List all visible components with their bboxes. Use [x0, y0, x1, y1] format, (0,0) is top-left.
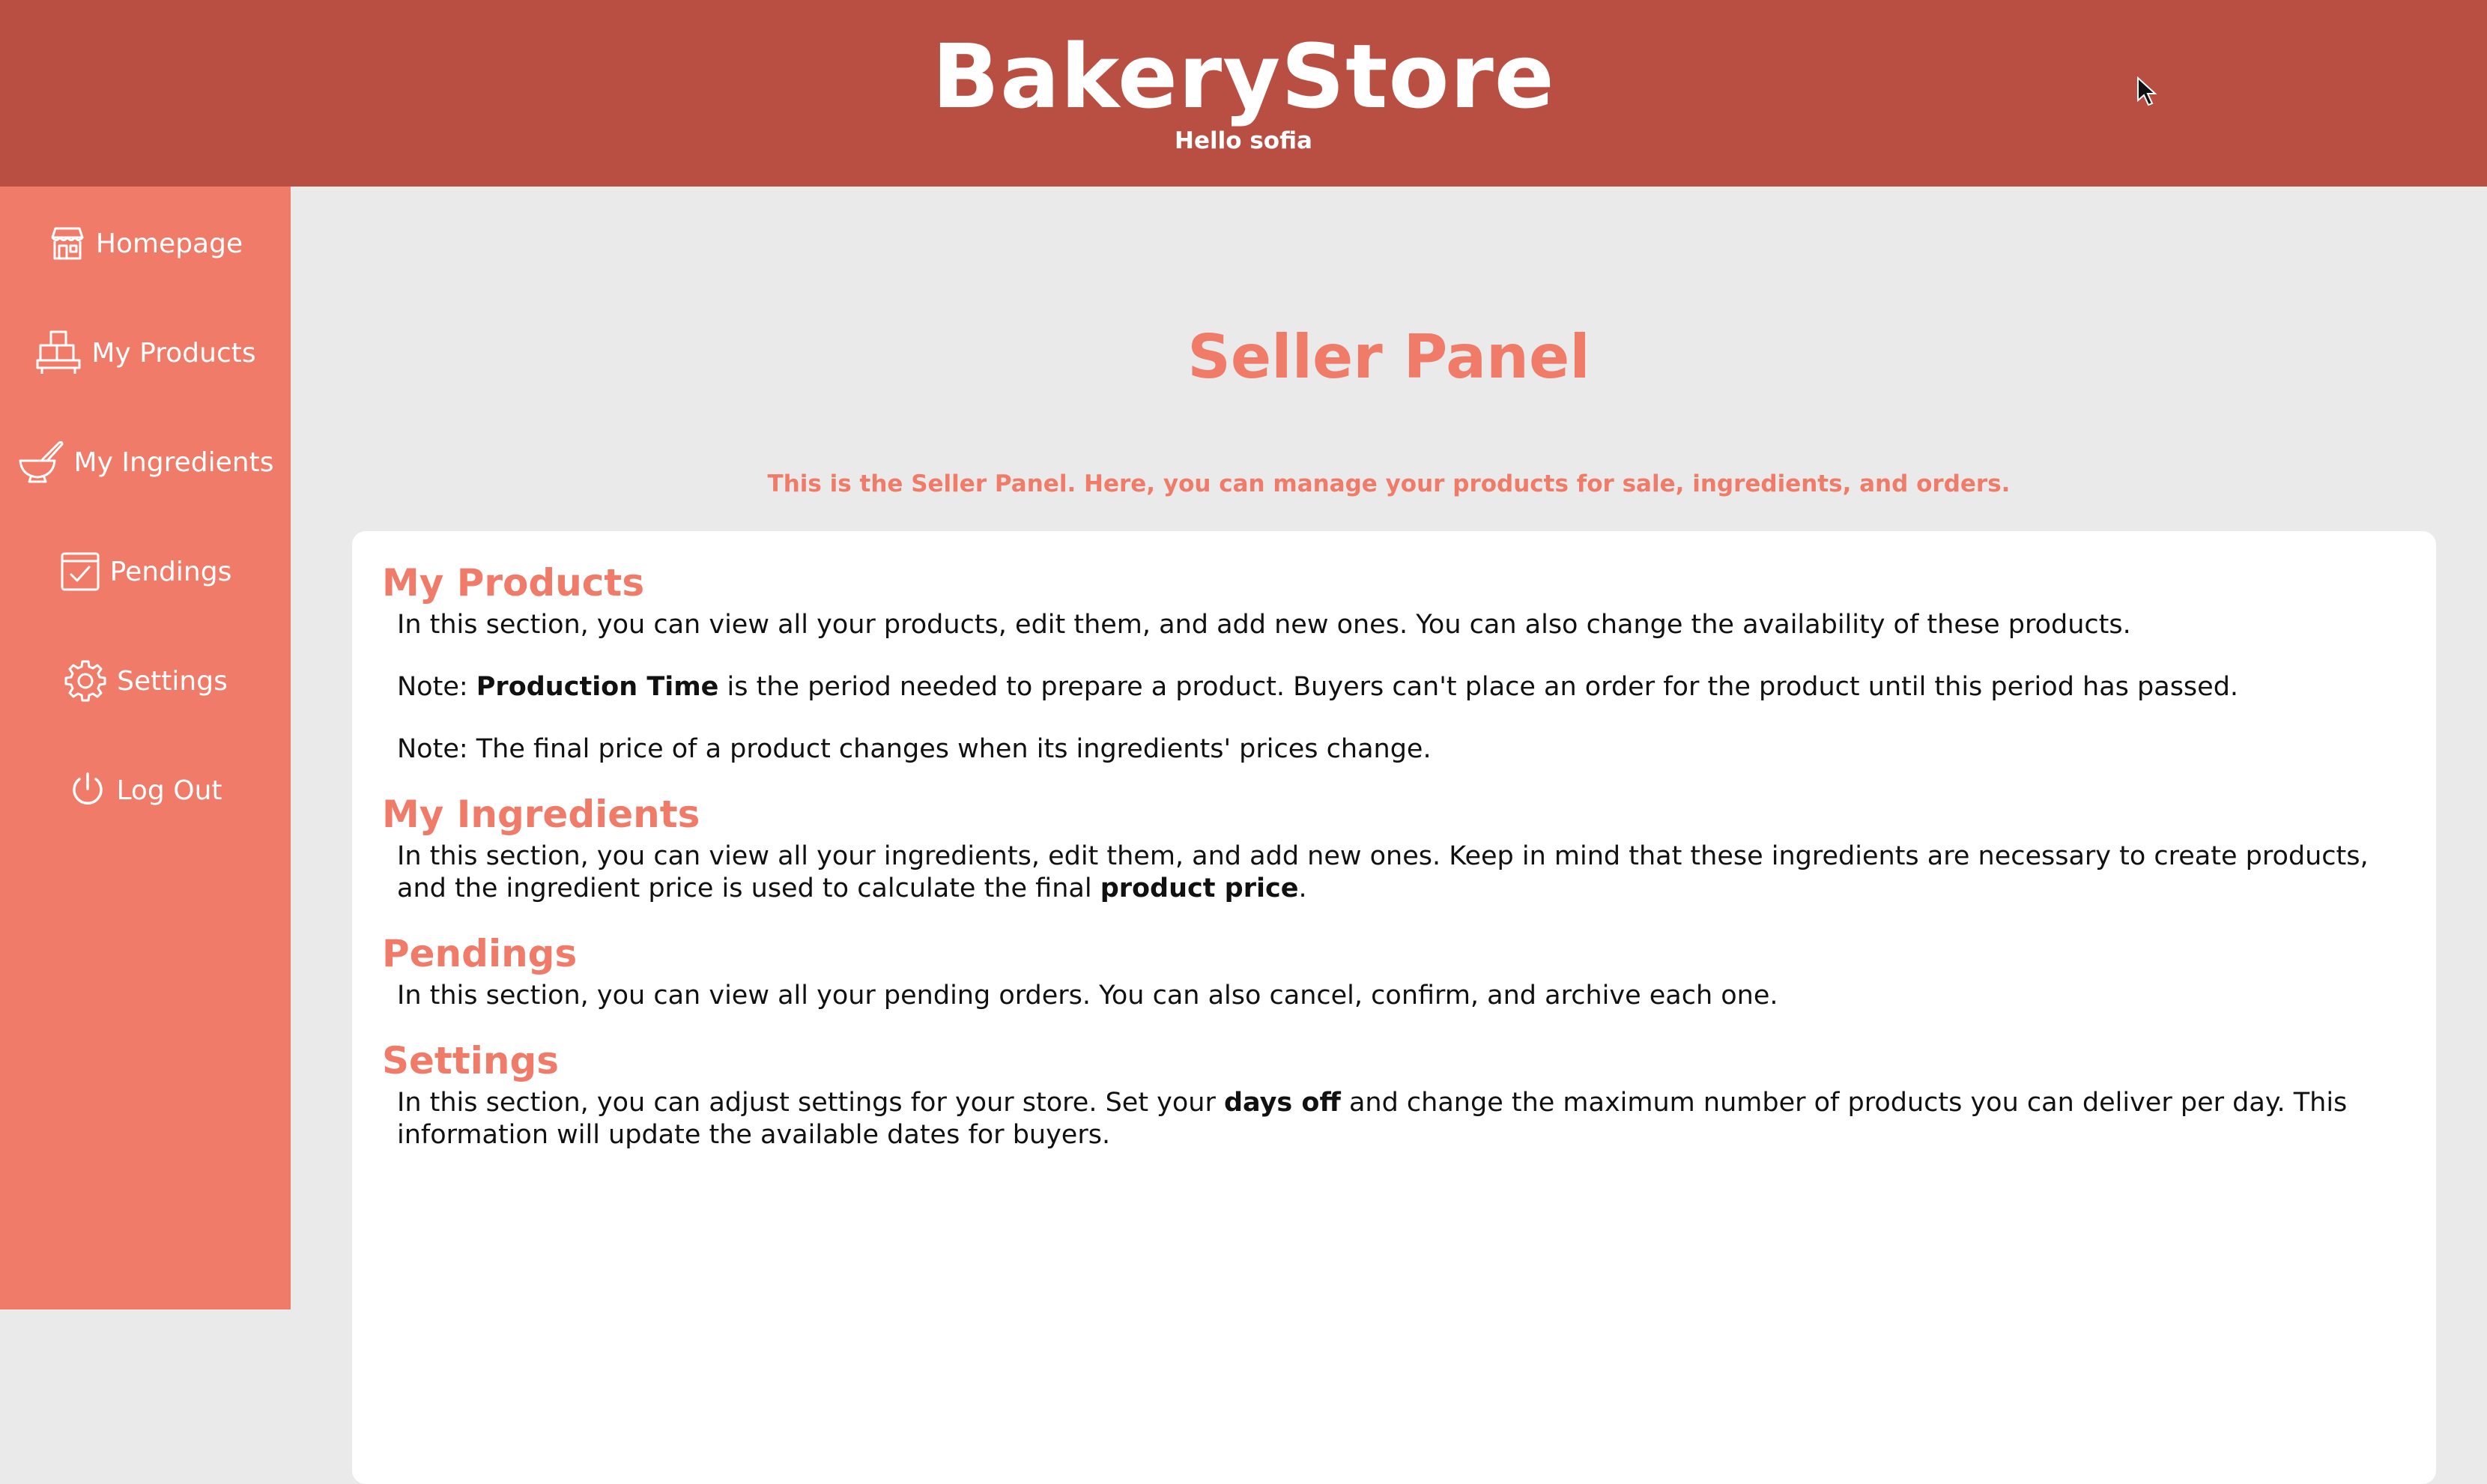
sidebar-item-my-products[interactable]: My Products [0, 312, 291, 394]
section-text: Note: Production Time is the period need… [397, 671, 2405, 703]
section-text: In this section, you can view all your p… [397, 610, 2131, 640]
text-fragment: In this section, you can adjust settings… [397, 1088, 1224, 1118]
main-content: Seller Panel This is the Seller Panel. H… [291, 187, 2487, 1484]
section-title-pendings: Pendings [382, 932, 578, 975]
mortar-bowl-icon [19, 440, 64, 483]
sidebar: Homepage My Products My Ingredients Pend… [0, 187, 291, 1309]
sidebar-item-label: My Products [91, 337, 256, 369]
bold-term: product price [1100, 873, 1299, 903]
brand-title[interactable]: BakeryStore [0, 24, 2487, 129]
checklist-icon [61, 552, 100, 591]
top-header: BakeryStore Hello sofia [0, 0, 2487, 187]
sidebar-item-label: Homepage [95, 228, 243, 259]
sidebar-item-label: Pendings [109, 556, 232, 587]
user-greeting: Hello sofia [1175, 127, 1312, 154]
power-icon [73, 772, 103, 805]
text-fragment: is the period needed to prepare a produc… [718, 672, 2239, 702]
section-text: In this section, you can adjust settings… [397, 1087, 2405, 1151]
bold-term: Production Time [476, 672, 719, 702]
text-fragment: In this section, you can view all your i… [397, 841, 2369, 903]
section-title-my-products: My Products [382, 561, 645, 605]
sidebar-item-label: Log Out [116, 775, 222, 806]
section-text: In this section, you can view all your p… [397, 981, 1778, 1011]
sidebar-item-log-out[interactable]: Log Out [0, 749, 291, 832]
section-text: In this section, you can view all your i… [397, 841, 2405, 905]
text-fragment: . [1298, 873, 1307, 903]
mouse-cursor-icon [2137, 76, 2157, 106]
text-fragment: Note: [397, 672, 476, 702]
gear-icon [64, 660, 106, 702]
intro-text: This is the Seller Panel. Here, you can … [767, 470, 2011, 497]
sidebar-item-settings[interactable]: Settings [0, 640, 291, 722]
sidebar-item-homepage[interactable]: Homepage [0, 202, 291, 285]
section-title-my-ingredients: My Ingredients [382, 793, 700, 836]
sidebar-item-label: Settings [117, 665, 228, 697]
section-text: Note: The final price of a product chang… [397, 734, 1432, 764]
sidebar-item-label: My Ingredients [73, 446, 274, 478]
bold-term: days off [1224, 1088, 1341, 1118]
stacked-boxes-icon [36, 330, 81, 374]
sidebar-item-pendings[interactable]: Pendings [0, 530, 291, 613]
info-card: My Products In this section, you can vie… [352, 531, 2436, 1484]
store-icon [51, 227, 84, 260]
section-title-settings: Settings [382, 1039, 560, 1082]
sidebar-item-my-ingredients[interactable]: My Ingredients [0, 421, 291, 503]
page-title: Seller Panel [1187, 322, 1590, 392]
